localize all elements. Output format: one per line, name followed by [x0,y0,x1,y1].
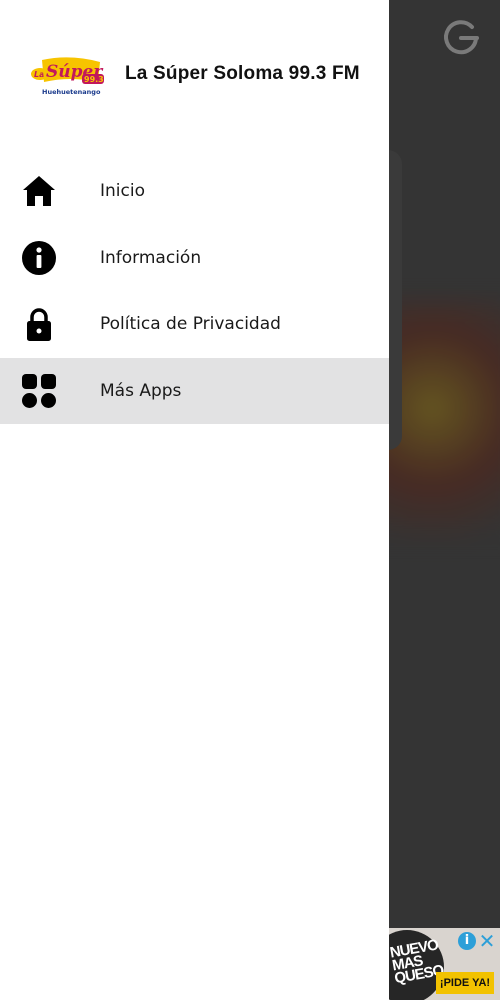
power-icon[interactable] [441,18,481,58]
apps-grid-icon [21,373,57,409]
lock-icon [21,306,57,342]
station-name: La Súper Soloma 99.3 FM [125,63,360,84]
ad-close-icon[interactable]: ✕ [477,930,497,952]
ad-info-icon[interactable]: i [458,932,476,950]
menu-item-privacidad[interactable]: Política de Privacidad [0,291,389,358]
drawer-header: La Súper 99.3 Huehuetenango La Súper Sol… [0,0,389,150]
drawer-menu: Inicio Información Política de Privacida… [0,158,389,424]
info-icon [21,240,57,276]
menu-label-informacion: Información [100,247,202,268]
menu-label-privacidad: Política de Privacidad [100,314,281,335]
menu-label-inicio: Inicio [100,181,145,202]
home-icon [21,173,57,209]
menu-item-inicio[interactable]: Inicio [0,158,389,225]
navigation-drawer: La Súper 99.3 Huehuetenango La Súper Sol… [0,0,389,1000]
menu-item-informacion[interactable]: Información [0,225,389,292]
svg-text:99.3: 99.3 [84,75,104,84]
svg-text:La: La [34,70,45,79]
ad-banner[interactable]: NUEVO MAS QUESO i ✕ ¡PIDE YA! [388,928,500,1000]
svg-text:Huehuetenango: Huehuetenango [42,88,101,96]
station-logo: La Súper 99.3 Huehuetenango [31,57,104,96]
ad-cta-button[interactable]: ¡PIDE YA! [436,972,494,994]
menu-label-mas-apps: Más Apps [100,380,182,401]
menu-item-mas-apps[interactable]: Más Apps [0,357,389,424]
